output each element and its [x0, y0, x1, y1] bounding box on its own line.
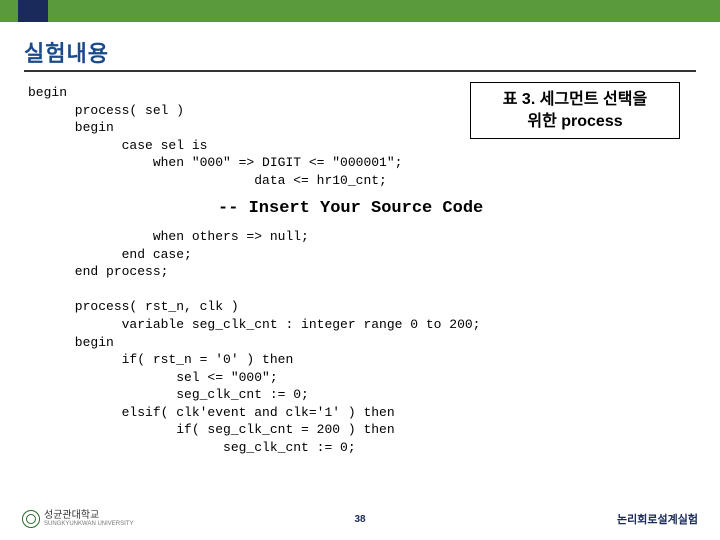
code-block-bottom: when others => null; end case; end proce… — [28, 228, 692, 456]
callout-line1: 표 3. 세그먼트 선택을 — [475, 89, 675, 111]
university-mark-icon — [22, 510, 40, 528]
university-logo: 성균관대학교 SUNGKYUNKWAN UNIVERSITY — [22, 510, 133, 528]
university-sub: SUNGKYUNKWAN UNIVERSITY — [44, 521, 133, 527]
university-text: 성균관대학교 SUNGKYUNKWAN UNIVERSITY — [44, 511, 133, 527]
callout-box: 표 3. 세그먼트 선택을 위한 process — [470, 82, 680, 139]
footer-right-text: 논리회로설계실험 — [617, 511, 698, 527]
callout-line2: 위한 process — [475, 111, 675, 133]
page-number: 38 — [354, 514, 365, 525]
header-accent — [18, 0, 48, 22]
page-title: 실험내용 — [24, 36, 696, 72]
insert-source-line: -- Insert Your Source Code — [28, 199, 692, 218]
title-area: 실험내용 — [0, 22, 720, 76]
footer: 성균관대학교 SUNGKYUNKWAN UNIVERSITY 38 논리회로설계… — [0, 506, 720, 532]
header-bar — [0, 0, 720, 22]
university-name: 성균관대학교 — [44, 511, 133, 521]
